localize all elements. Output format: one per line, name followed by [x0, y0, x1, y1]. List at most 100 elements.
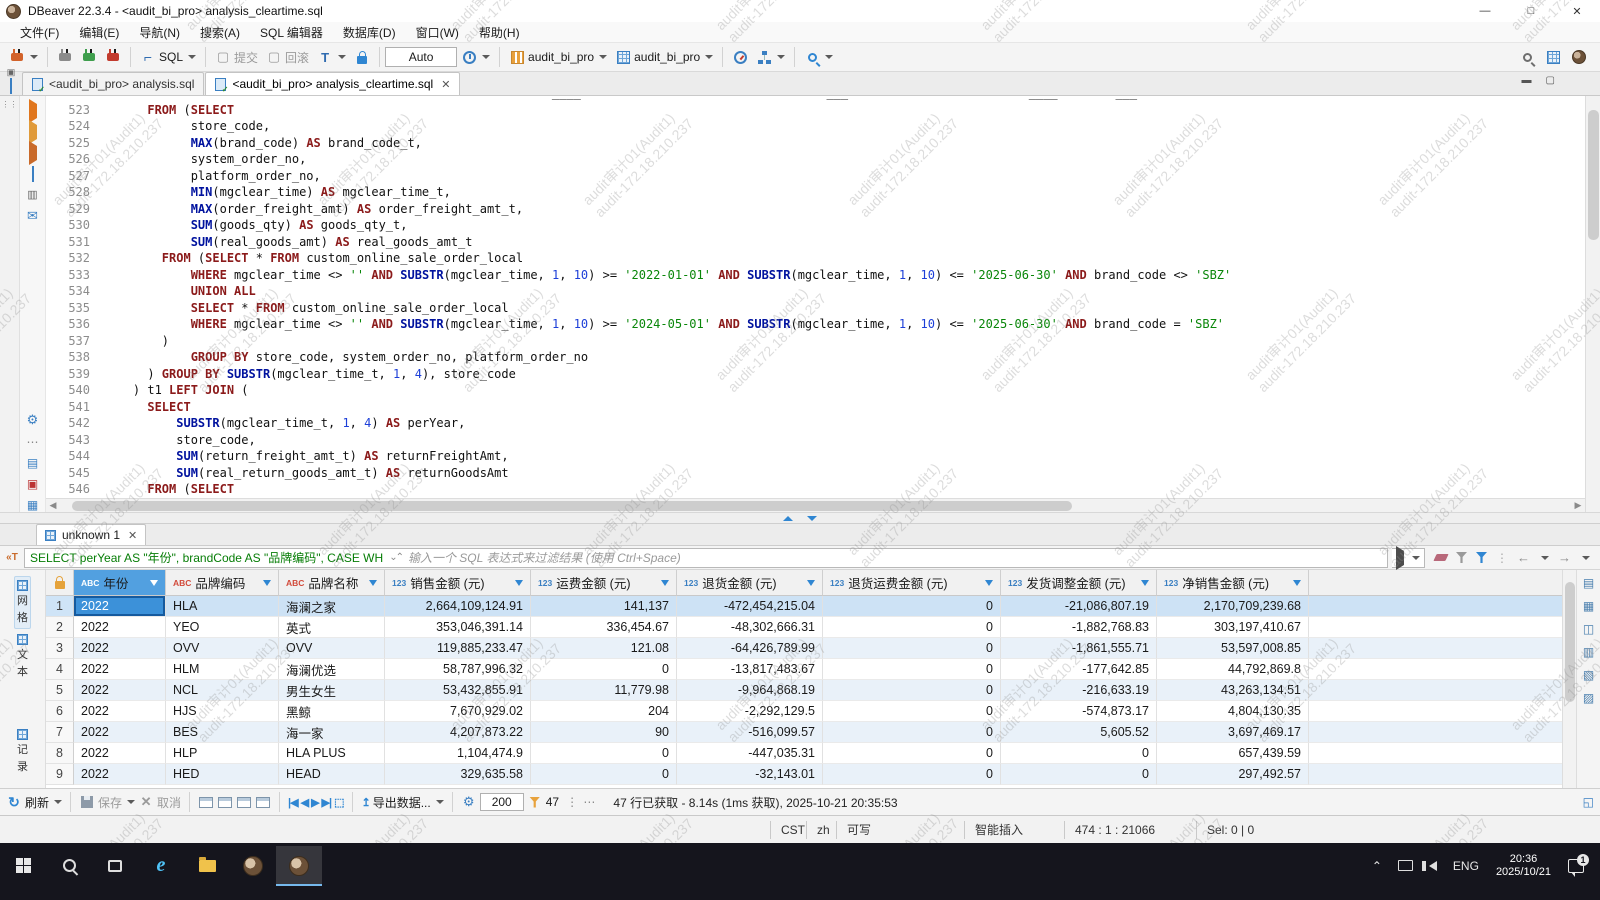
- grid-cell[interactable]: 121.08: [531, 638, 677, 659]
- grid-cell[interactable]: 英式: [279, 617, 385, 638]
- grid-cell[interactable]: 2022: [74, 638, 166, 659]
- save-to-db-icon[interactable]: ▦: [27, 498, 38, 512]
- code-line[interactable]: 534 UNION ALL: [46, 283, 1585, 300]
- taskbar-clock[interactable]: 20:36 2025/10/21: [1488, 853, 1559, 879]
- grid-cell[interactable]: 297,492.57: [1157, 764, 1309, 785]
- close-button[interactable]: ✕: [1554, 0, 1600, 22]
- code-area[interactable]: ____ ___ ____ ___523 FROM (SELECT524 sto…: [46, 96, 1585, 498]
- reconnect-button[interactable]: [77, 45, 101, 69]
- grid-cell[interactable]: 0: [823, 722, 1001, 743]
- fold-icon[interactable]: ⋮⋮: [2, 100, 18, 109]
- editor-tab[interactable]: <audit_bi_pro> analysis.sql: [22, 72, 205, 95]
- grid-cell[interactable]: 141,137: [531, 596, 677, 617]
- last-row-icon[interactable]: ▶|: [322, 796, 333, 809]
- row-number[interactable]: 4: [46, 659, 74, 680]
- column-filter-arrow-icon[interactable]: [807, 579, 815, 586]
- grid-cell[interactable]: 0: [823, 743, 1001, 764]
- column-header[interactable]: 123 退货金额 (元): [677, 570, 823, 596]
- grid-cell[interactable]: -2,292,129.5: [677, 701, 823, 722]
- code-line[interactable]: 526 system_order_no,: [46, 151, 1585, 168]
- grid-cell[interactable]: HLP: [166, 743, 279, 764]
- column-header[interactable]: ABC 品牌名称: [279, 570, 385, 596]
- grid-cell[interactable]: NCL: [166, 680, 279, 701]
- back-history-icon[interactable]: [1541, 555, 1549, 560]
- tray-volume-icon[interactable]: [1421, 860, 1444, 871]
- execute-script-icon[interactable]: [28, 120, 37, 144]
- start-button[interactable]: [0, 846, 46, 886]
- grid-cell[interactable]: -1,882,768.83: [1001, 617, 1157, 638]
- grid-cell[interactable]: YEO: [166, 617, 279, 638]
- restore-panel-icon[interactable]: ▣: [7, 67, 16, 78]
- edit-value-icon[interactable]: [198, 794, 214, 810]
- results-view-tab-1[interactable]: 网格: [14, 576, 31, 629]
- forward-icon[interactable]: →: [1558, 550, 1571, 565]
- grid-cell[interactable]: 2022: [74, 701, 166, 722]
- column-filter-arrow-icon[interactable]: [263, 579, 271, 586]
- menu-item[interactable]: 帮助(H): [469, 24, 530, 41]
- tx-history-button[interactable]: [457, 45, 494, 69]
- code-line[interactable]: 545 SUM(real_return_goods_amt_t) AS retu…: [46, 465, 1585, 482]
- grid-cell[interactable]: 2022: [74, 680, 166, 701]
- fetch-all-icon[interactable]: ⬚: [334, 796, 344, 809]
- column-filter-arrow-icon[interactable]: [369, 579, 377, 586]
- query-export-icon[interactable]: ▥: [27, 188, 37, 201]
- new-connection-button[interactable]: [5, 45, 42, 69]
- copy-row-icon[interactable]: [236, 794, 252, 810]
- grid-cell[interactable]: 2022: [74, 722, 166, 743]
- minimize-button[interactable]: —: [1462, 0, 1508, 22]
- panel-references-icon[interactable]: ▥: [1583, 645, 1594, 659]
- tray-expand-icon[interactable]: ⌃: [1365, 859, 1389, 873]
- row-number[interactable]: 3: [46, 638, 74, 659]
- database-selector[interactable]: audit_bi_pro: [505, 45, 611, 69]
- column-filter-arrow-icon[interactable]: [985, 579, 993, 586]
- splitter-down-icon[interactable]: [807, 515, 817, 521]
- row-number[interactable]: 5: [46, 680, 74, 701]
- dbeaver-taskbar-icon[interactable]: [230, 846, 276, 886]
- row-number[interactable]: 6: [46, 701, 74, 722]
- grid-cell[interactable]: 0: [823, 701, 1001, 722]
- grid-cell[interactable]: BES: [166, 722, 279, 743]
- grid-cell[interactable]: 303,197,410.67: [1157, 617, 1309, 638]
- grid-cell[interactable]: 2022: [74, 764, 166, 785]
- results-tab[interactable]: unknown 1 ✕: [36, 524, 147, 545]
- column-header[interactable]: 123 销售金额 (元): [385, 570, 531, 596]
- tray-display-icon[interactable]: [1391, 860, 1420, 871]
- grid-cell[interactable]: 58,787,996.32: [385, 659, 531, 680]
- forward-history-icon[interactable]: [1582, 555, 1590, 560]
- menu-item[interactable]: 窗口(W): [406, 24, 469, 41]
- code-line[interactable]: 531 SUM(real_goods_amt) AS real_goods_am…: [46, 234, 1585, 251]
- save-button[interactable]: 保存: [98, 794, 122, 811]
- quick-search-icon[interactable]: [1519, 49, 1535, 65]
- code-line[interactable]: 530 SUM(goods_qty) AS goods_qty_t,: [46, 217, 1585, 234]
- lock-button[interactable]: [350, 45, 374, 69]
- grid-settings-icon[interactable]: ⚙: [461, 794, 477, 810]
- tx-mode-select[interactable]: Auto: [385, 47, 458, 67]
- grid-cell[interactable]: HJS: [166, 701, 279, 722]
- code-line[interactable]: 541 SELECT: [46, 399, 1585, 416]
- minimize-view-icon[interactable]: ▬: [1522, 75, 1532, 86]
- grid-cell[interactable]: 3,697,469.17: [1157, 722, 1309, 743]
- grid-cell[interactable]: HEAD: [279, 764, 385, 785]
- column-filter-arrow-icon[interactable]: [1141, 579, 1149, 586]
- refresh-button[interactable]: 刷新: [25, 794, 49, 811]
- code-line[interactable]: 524 store_code,: [46, 118, 1585, 135]
- filter-history-icon[interactable]: [1412, 555, 1420, 560]
- menu-item[interactable]: SQL 编辑器: [250, 24, 333, 41]
- grid-cell[interactable]: -1,861,555.71: [1001, 638, 1157, 659]
- grid-cell[interactable]: 0: [823, 638, 1001, 659]
- grid-cell[interactable]: -32,143.01: [677, 764, 823, 785]
- open-perspective-icon[interactable]: [1545, 49, 1561, 65]
- delete-row-icon[interactable]: [255, 794, 271, 810]
- dashboard-button[interactable]: [728, 45, 752, 69]
- email-result-icon[interactable]: ✉: [27, 208, 38, 224]
- grid-cell[interactable]: 2022: [74, 743, 166, 764]
- code-line[interactable]: 543 store_code,: [46, 432, 1585, 449]
- grid-cell[interactable]: -216,633.19: [1001, 680, 1157, 701]
- row-count-funnel-icon[interactable]: [527, 794, 543, 810]
- back-icon[interactable]: ←: [1517, 550, 1530, 565]
- clear-filter-icon[interactable]: [1433, 554, 1449, 561]
- column-filter-arrow-icon[interactable]: [1293, 579, 1301, 586]
- code-line[interactable]: 544 SUM(return_freight_amt_t) AS returnF…: [46, 448, 1585, 465]
- editor-results-splitter[interactable]: [0, 512, 1600, 524]
- panel-calc-icon[interactable]: ▧: [1583, 668, 1594, 682]
